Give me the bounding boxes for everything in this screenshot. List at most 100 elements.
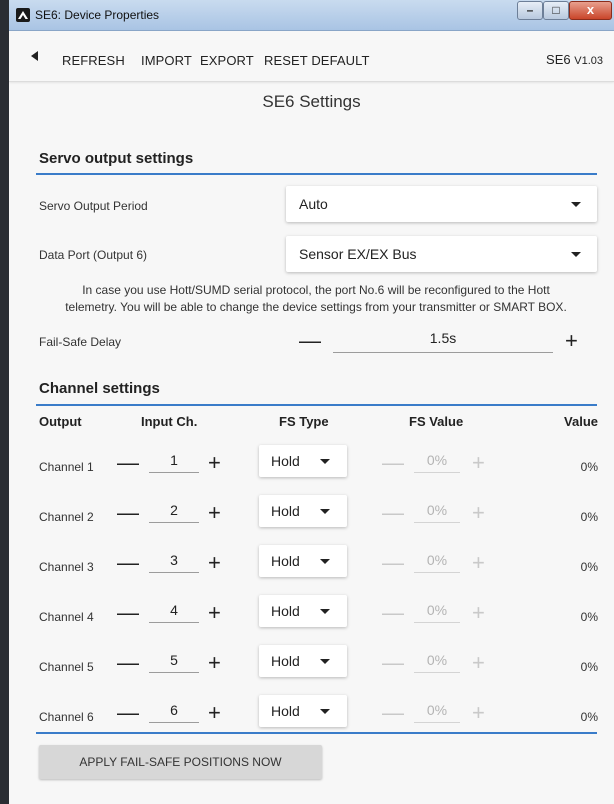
maximize-icon: □ — [552, 3, 560, 17]
data-port-label: Data Port (Output 6) — [39, 248, 148, 262]
fs-type-dropdown[interactable]: Hold — [259, 545, 347, 577]
fs-type-value: Hold — [271, 703, 300, 719]
input-channel-field[interactable]: 4 — [149, 602, 199, 623]
failsafe-delay-increase-button[interactable]: + — [565, 330, 578, 352]
minimize-icon: – — [526, 3, 534, 17]
fs-value-increase-button[interactable]: + — [472, 702, 485, 724]
input-decrease-button[interactable]: — — [117, 702, 139, 724]
fs-value-field[interactable]: 0% — [414, 452, 460, 473]
close-button[interactable]: x — [569, 1, 612, 20]
col-header-value: Value — [564, 414, 598, 429]
channel-section-title: Channel settings — [39, 380, 160, 397]
fs-value-field[interactable]: 0% — [414, 652, 460, 673]
failsafe-delay-label: Fail-Safe Delay — [39, 335, 122, 349]
minimize-button[interactable]: – — [517, 1, 543, 20]
fs-type-dropdown[interactable]: Hold — [259, 595, 347, 627]
data-port-dropdown[interactable]: Sensor EX/EX Bus — [286, 236, 597, 272]
fs-value-increase-button[interactable]: + — [472, 652, 485, 674]
fs-type-dropdown[interactable]: Hold — [259, 695, 347, 727]
fs-value-decrease-button[interactable]: — — [382, 652, 404, 674]
info-line-1: In case you use Hott/SUMD serial protoco… — [82, 283, 550, 297]
input-increase-button[interactable]: + — [208, 452, 221, 474]
device-properties-window: SE6: Device Properties – □ x REFRESH IMP… — [9, 0, 614, 804]
servo-section-divider — [36, 173, 597, 175]
export-button[interactable]: EXPORT — [200, 53, 254, 68]
output-value: 0% — [580, 660, 598, 674]
fs-value-field[interactable]: 0% — [414, 602, 460, 623]
input-decrease-button[interactable]: — — [117, 602, 139, 624]
back-arrow-icon[interactable] — [31, 51, 38, 61]
col-header-fs-value: FS Value — [409, 414, 464, 429]
fs-value-decrease-button[interactable]: — — [382, 502, 404, 524]
output-value: 0% — [580, 610, 598, 624]
chevron-down-icon — [571, 252, 581, 257]
window-title: SE6: Device Properties — [35, 8, 160, 22]
chevron-down-icon — [320, 559, 330, 564]
input-channel-field[interactable]: 5 — [149, 652, 199, 673]
channel-name: Channel 6 — [39, 710, 94, 724]
info-line-2: telemetry. You will be able to change th… — [65, 300, 567, 314]
servo-output-period-value: Auto — [299, 196, 328, 212]
refresh-button[interactable]: REFRESH — [62, 53, 125, 68]
device-name: SE6 — [546, 52, 571, 67]
fs-type-value: Hold — [271, 503, 300, 519]
chevron-down-icon — [320, 659, 330, 664]
servo-section-title: Servo output settings — [39, 150, 194, 167]
fs-value-increase-button[interactable]: + — [472, 502, 485, 524]
title-bar[interactable]: SE6: Device Properties – □ x — [9, 0, 614, 31]
channel-name: Channel 3 — [39, 560, 94, 574]
fs-value-field[interactable]: 0% — [414, 702, 460, 723]
col-header-input: Input Ch. — [141, 414, 198, 429]
fs-type-value: Hold — [271, 603, 300, 619]
input-increase-button[interactable]: + — [208, 652, 221, 674]
servo-output-period-dropdown[interactable]: Auto — [286, 186, 597, 222]
input-channel-field[interactable]: 1 — [149, 452, 199, 473]
fs-value-decrease-button[interactable]: — — [382, 702, 404, 724]
col-header-output: Output — [39, 414, 82, 429]
chevron-down-icon — [571, 202, 581, 207]
input-decrease-button[interactable]: — — [117, 652, 139, 674]
fs-value-field[interactable]: 0% — [414, 502, 460, 523]
fs-value-decrease-button[interactable]: — — [382, 552, 404, 574]
fs-value-increase-button[interactable]: + — [472, 452, 485, 474]
import-button[interactable]: IMPORT — [141, 53, 192, 68]
apply-failsafe-button[interactable]: APPLY FAIL-SAFE POSITIONS NOW — [39, 745, 322, 779]
reset-default-button[interactable]: RESET DEFAULT — [264, 53, 370, 68]
output-value: 0% — [580, 560, 598, 574]
input-channel-field[interactable]: 2 — [149, 502, 199, 523]
channel-name: Channel 5 — [39, 660, 94, 674]
chevron-down-icon — [320, 509, 330, 514]
fs-value-decrease-button[interactable]: — — [382, 602, 404, 624]
fs-type-value: Hold — [271, 453, 300, 469]
channel-name: Channel 1 — [39, 460, 94, 474]
channel-section-divider — [36, 404, 597, 406]
fs-value-field[interactable]: 0% — [414, 552, 460, 573]
fs-value-increase-button[interactable]: + — [472, 552, 485, 574]
fs-value-increase-button[interactable]: + — [472, 602, 485, 624]
input-channel-field[interactable]: 3 — [149, 552, 199, 573]
input-decrease-button[interactable]: — — [117, 502, 139, 524]
version-number: V1.03 — [574, 55, 603, 67]
input-increase-button[interactable]: + — [208, 502, 221, 524]
fs-type-dropdown[interactable]: Hold — [259, 645, 347, 677]
input-increase-button[interactable]: + — [208, 602, 221, 624]
fs-type-dropdown[interactable]: Hold — [259, 445, 347, 477]
input-increase-button[interactable]: + — [208, 552, 221, 574]
maximize-button[interactable]: □ — [543, 1, 569, 20]
fs-type-dropdown[interactable]: Hold — [259, 495, 347, 527]
channel-name: Channel 2 — [39, 510, 94, 524]
failsafe-delay-field[interactable]: 1.5s — [333, 330, 553, 353]
protocol-info-text: In case you use Hott/SUMD serial protoco… — [31, 282, 601, 316]
input-decrease-button[interactable]: — — [117, 552, 139, 574]
col-header-fs-type: FS Type — [279, 414, 329, 429]
input-decrease-button[interactable]: — — [117, 452, 139, 474]
fs-value-decrease-button[interactable]: — — [382, 452, 404, 474]
failsafe-delay-decrease-button[interactable]: — — [299, 330, 321, 352]
channel-list-divider — [36, 732, 597, 734]
servo-output-period-label: Servo Output Period — [39, 199, 148, 213]
device-version: SE6 V1.03 — [546, 52, 603, 67]
close-icon: x — [586, 2, 595, 17]
input-channel-field[interactable]: 6 — [149, 702, 199, 723]
chevron-down-icon — [320, 609, 330, 614]
input-increase-button[interactable]: + — [208, 702, 221, 724]
